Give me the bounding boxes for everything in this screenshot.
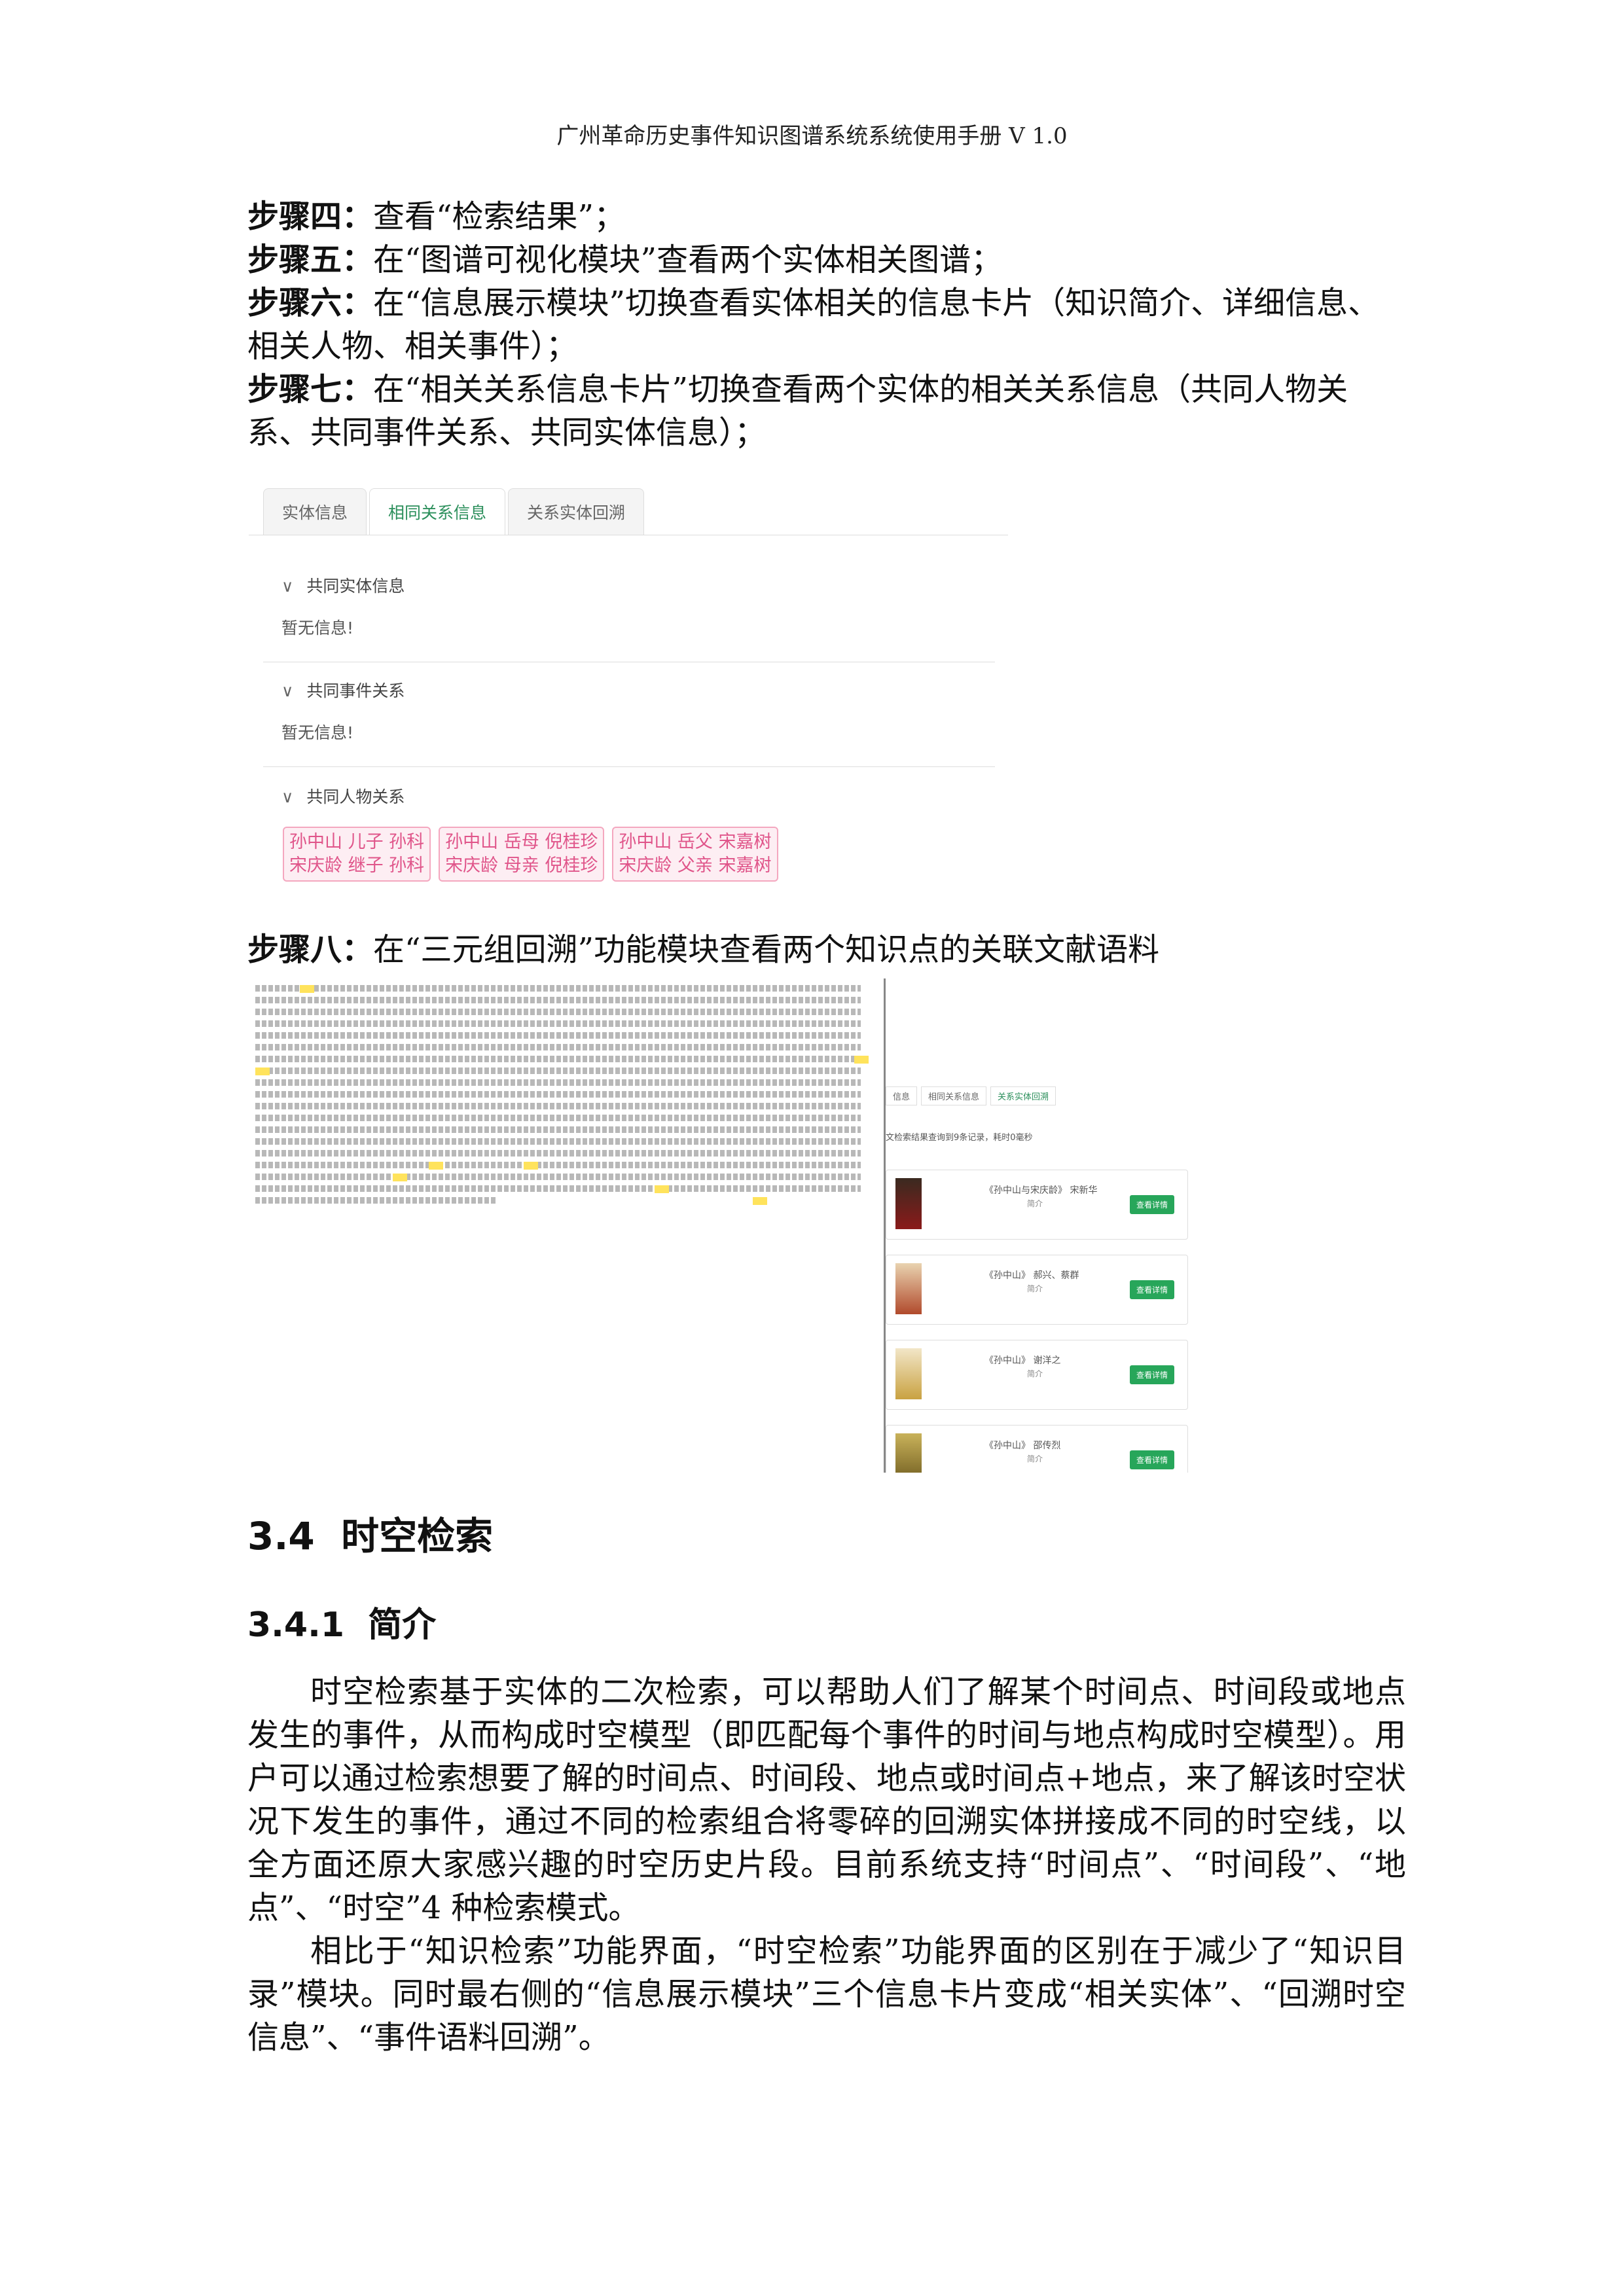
section-common-entity[interactable]: ∨ 共同实体信息 [281,573,405,597]
book-card: 《孙中山》 邵传烈 简介 查看详情 [886,1425,1188,1473]
book-card: 《孙中山》 郝兴、蔡群 简介 查看详情 [886,1255,1188,1325]
result-count: 文检索结果查询到9条记录，耗时0毫秒 [886,1133,1033,1143]
divider [263,766,995,767]
book-cover [895,1348,922,1399]
chevron-down-icon: ∨ [281,681,294,700]
empty-message: 暂无信息! [281,723,354,742]
section-heading: 3.4 时空检索 [247,1514,494,1558]
tab-entity-info[interactable]: 实体信息 [263,488,367,535]
tab-bar: 信息 相同关系信息 关系实体回溯 [886,1086,1056,1105]
tab-same-relation-info[interactable]: 相同关系信息 [369,488,506,535]
view-detail-button[interactable]: 查看详情 [1129,1365,1174,1384]
highlight-mark [393,1174,407,1181]
book-card: 《孙中山》 谢洋之 简介 查看详情 [886,1340,1188,1410]
step-8: 步骤八：在“三元组回溯”功能模块查看两个知识点的关联文献语料 [247,931,1160,968]
section-common-event[interactable]: ∨ 共同事件关系 [281,678,405,702]
view-detail-button[interactable]: 查看详情 [1129,1450,1174,1469]
highlight-mark [655,1185,669,1193]
steps-block: 步骤四：查看“检索结果”； 步骤五：在“图谱可视化模块”查看两个实体相关图谱； … [247,195,1406,454]
tab-same-relation-info[interactable]: 相同关系信息 [921,1086,987,1105]
chevron-down-icon: ∨ [281,787,294,806]
view-detail-button[interactable]: 查看详情 [1129,1280,1174,1299]
empty-message: 暂无信息! [281,619,354,637]
highlight-mark [300,985,314,993]
chevron-down-icon: ∨ [281,577,294,596]
corpus-text-pane [255,985,869,1230]
view-detail-button[interactable]: 查看详情 [1129,1195,1174,1214]
step-5: 步骤五：在“图谱可视化模块”查看两个实体相关图谱； [247,242,1003,278]
book-card: 《孙中山与宋庆龄》 宋新华 简介 查看详情 [886,1170,1188,1240]
step-4: 步骤四：查看“检索结果”； [247,198,626,235]
tab-bar: 实体信息 相同关系信息 关系实体回溯 [263,488,647,535]
book-cover [895,1263,922,1314]
relation-info-screenshot: 实体信息 相同关系信息 关系实体回溯 ∨ 共同实体信息 暂无信息! ∨ 共同事件关系… [249,476,1008,902]
paragraph: 相比于“知识检索”功能界面，“时空检索”功能界面的区别在于减少了“知识目录”模块… [247,1933,1406,2056]
page-header: 广州革命历史事件知识图谱系统系统使用手册 V 1.0 [556,123,1068,149]
relation-tags: 孙中山 儿子 孙科 宋庆龄 继子 孙科 孙中山 岳母 倪桂珍 宋庆龄 母亲 倪桂珍 … [283,827,778,882]
relation-tag[interactable]: 孙中山 儿子 孙科 宋庆龄 继子 孙科 [283,827,431,882]
tab-relation-entity-trace[interactable]: 关系实体回溯 [990,1086,1056,1105]
triple-trace-screenshot: 信息 相同关系信息 关系实体回溯 文检索结果查询到9条记录，耗时0毫秒 《孙中山… [249,978,1211,1473]
section-common-person[interactable]: ∨ 共同人物关系 [281,784,405,808]
result-pane: 信息 相同关系信息 关系实体回溯 文检索结果查询到9条记录，耗时0毫秒 《孙中山… [884,978,1211,1473]
tab-info[interactable]: 信息 [886,1086,918,1105]
step-7: 步骤七：在“相关关系信息卡片”切换查看两个实体的相关关系信息（共同人物关系、共同… [247,371,1348,451]
book-cover [895,1178,922,1229]
relation-tag[interactable]: 孙中山 岳母 倪桂珍 宋庆龄 母亲 倪桂珍 [439,827,605,882]
relation-tag[interactable]: 孙中山 岳父 宋嘉树 宋庆龄 父亲 宋嘉树 [612,827,778,882]
book-cover [895,1433,922,1473]
highlight-mark [255,1067,270,1075]
highlight-mark [524,1162,538,1170]
paragraph: 时空检索基于实体的二次检索，可以帮助人们了解某个时间点、时间段或地点发生的事件，… [247,1674,1406,1926]
step-6: 步骤六：在“信息展示模块”切换查看实体相关的信息卡片（知识简介、详细信息、相关人… [247,285,1380,365]
body-text: 时空检索基于实体的二次检索，可以帮助人们了解某个时间点、时间段或地点发生的事件，… [247,1670,1406,2059]
highlight-mark [753,1197,767,1205]
tab-relation-entity-trace[interactable]: 关系实体回溯 [508,488,645,535]
highlight-mark [429,1162,443,1170]
highlight-mark [854,1056,869,1064]
subsection-heading: 3.4.1 简介 [247,1605,437,1645]
